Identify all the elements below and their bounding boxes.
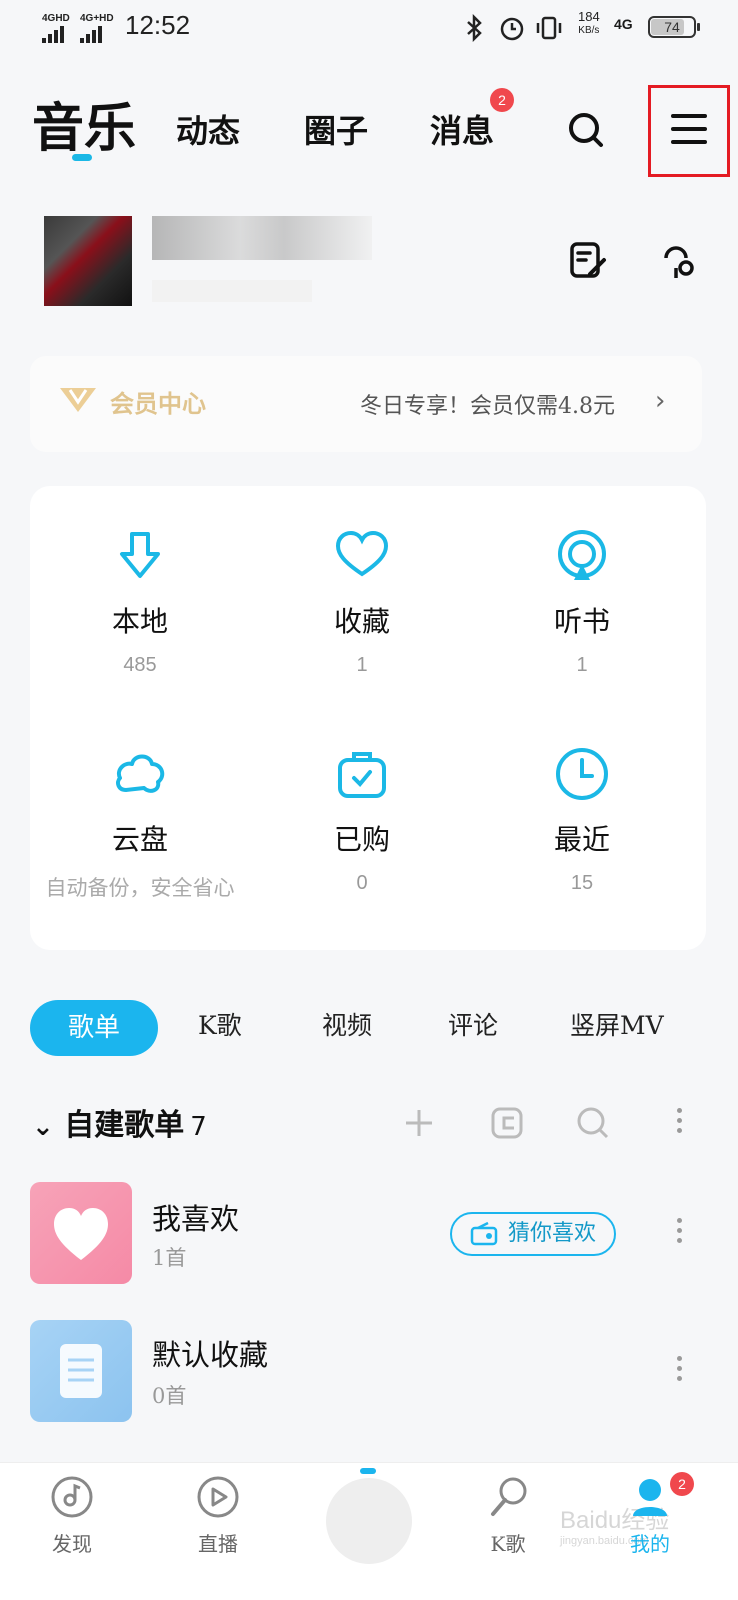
playlist-cover-liked[interactable] [30, 1182, 132, 1284]
grid-item-audiobook[interactable]: 听书 1 [472, 528, 692, 677]
clock-icon [556, 748, 608, 800]
voice-icon[interactable] [656, 238, 696, 282]
vip-promo-text[interactable]: 冬日专享！会员仅需4.8元 [360, 388, 615, 420]
edit-icon[interactable] [568, 240, 608, 280]
signal-2: 4G+HD [80, 14, 114, 43]
network-speed: 184 KB/s [578, 9, 600, 37]
subtab-video[interactable]: 视频 [322, 1006, 372, 1042]
bluetooth-icon [467, 14, 482, 42]
more-options-icon[interactable] [674, 1108, 684, 1138]
vibrate-icon [536, 16, 562, 40]
heart-icon [335, 530, 389, 577]
avatar[interactable] [44, 216, 132, 306]
row-more-icon[interactable] [674, 1356, 684, 1386]
chevron-down-icon[interactable]: ⌄ [32, 1112, 54, 1142]
audiobook-icon [558, 530, 606, 580]
subtab-comments[interactable]: 评论 [448, 1006, 498, 1042]
playlist-count-default: 0首 [152, 1384, 187, 1408]
profile-badge: 2 [670, 1472, 694, 1496]
playlist-title-liked[interactable]: 我喜欢 [152, 1196, 239, 1238]
battery-indicator: 74 [648, 16, 700, 38]
download-icon [120, 532, 160, 578]
row-more-icon[interactable] [674, 1218, 684, 1248]
playlist-section-header[interactable]: ⌄ 自建歌单 7 [32, 1100, 207, 1144]
active-tab-indicator [72, 154, 92, 161]
tab-circle[interactable]: 圈子 [304, 106, 368, 152]
add-playlist-icon[interactable] [404, 1108, 434, 1138]
cloud-icon [116, 754, 165, 793]
playlist-title-default[interactable]: 默认收藏 [152, 1332, 268, 1374]
import-icon[interactable] [490, 1106, 524, 1140]
nav-karaoke[interactable]: K歌 [458, 1474, 558, 1557]
live-icon [197, 1476, 239, 1518]
discover-icon [51, 1476, 93, 1518]
grid-item-favorites[interactable]: 收藏 1 [252, 528, 472, 677]
nav-live[interactable]: 直播 [168, 1474, 268, 1557]
tab-messages[interactable]: 消息 [430, 106, 494, 152]
playlist-cover-default[interactable] [30, 1320, 132, 1422]
menu-icon[interactable] [670, 112, 708, 146]
subtab-karaoke[interactable]: K歌 [198, 1006, 242, 1042]
chevron-right-icon[interactable]: › [655, 386, 665, 416]
guess-you-like-button[interactable]: 猜你喜欢 [450, 1212, 616, 1256]
tab-feed[interactable]: 动态 [176, 106, 240, 152]
heart-cover-icon [54, 1208, 108, 1260]
clock: 12:52 [125, 10, 191, 40]
bag-icon [338, 752, 386, 798]
subtab-playlist[interactable]: 歌单 [30, 1000, 158, 1056]
grid-item-local[interactable]: 本地 485 [30, 528, 250, 677]
subtab-vertical-mv[interactable]: 竖屏MV [570, 1006, 664, 1042]
search-playlist-icon[interactable] [576, 1106, 610, 1140]
grid-item-purchased[interactable]: 已购 0 [252, 746, 472, 895]
profile-icon [633, 1479, 667, 1516]
center-indicator [360, 1468, 376, 1474]
grid-item-recent[interactable]: 最近 15 [472, 746, 692, 895]
status-bar: 4GHD 4G+HD 12:52 184 KB/s 4G 74 [0, 0, 738, 56]
playlist-count-liked: 1首 [152, 1246, 187, 1270]
username-blurred[interactable] [152, 216, 372, 260]
user-info-blurred [152, 280, 312, 302]
vip-diamond-icon [60, 388, 96, 412]
nav-discover[interactable]: 发现 [22, 1474, 122, 1557]
signal-1: 4GHD [42, 14, 70, 43]
grid-item-cloud[interactable]: 云盘 自动备份，安全省心 [30, 746, 250, 902]
vip-center-title[interactable]: 会员中心 [110, 384, 206, 419]
mic-icon [491, 1477, 527, 1516]
messages-badge: 2 [490, 88, 514, 112]
alarm-icon [500, 17, 524, 41]
now-playing-disc[interactable] [326, 1478, 412, 1564]
tab-music[interactable]: 音乐 [32, 86, 136, 161]
radio-icon [470, 1222, 498, 1246]
search-icon[interactable] [566, 110, 606, 150]
document-cover-icon [60, 1344, 102, 1398]
network-type: 4G [614, 16, 633, 32]
